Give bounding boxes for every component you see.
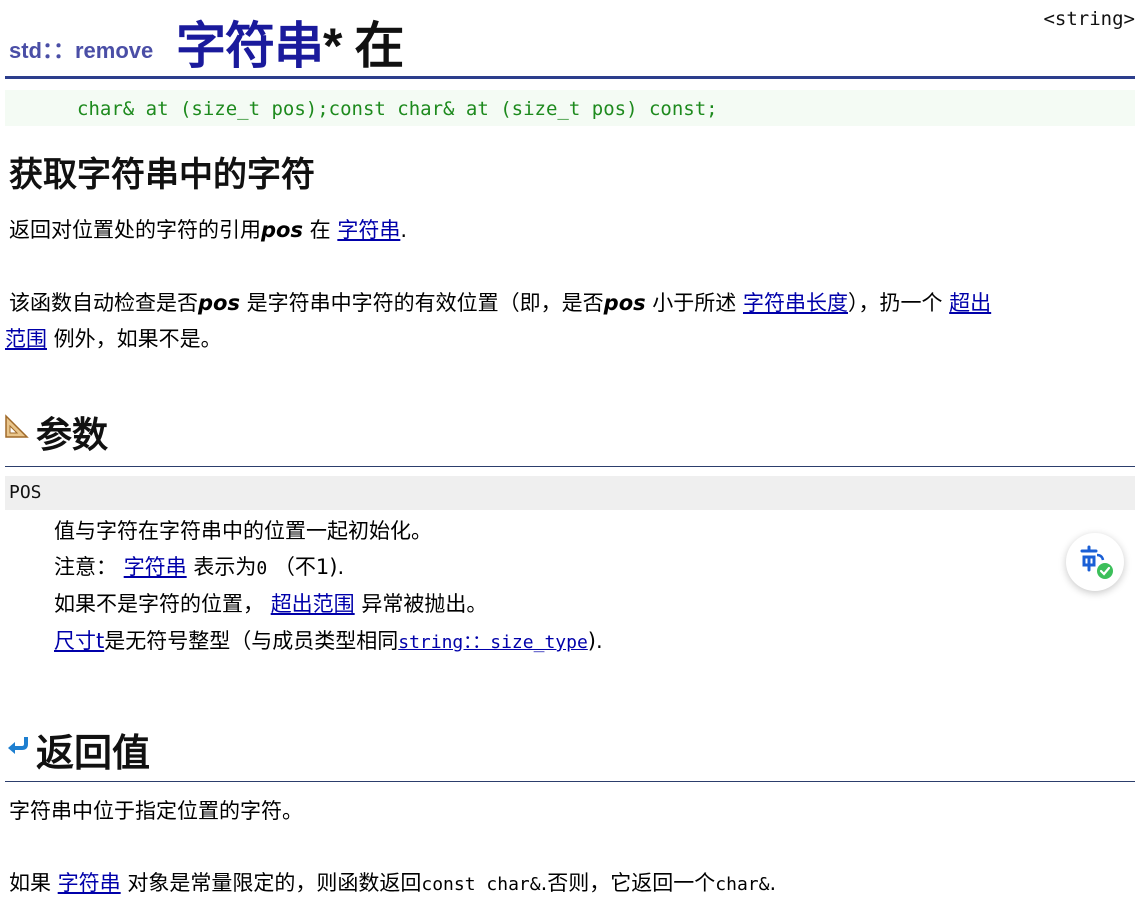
desc1-suffix: . <box>400 218 408 242</box>
page-header: std：：remove 字符串* 在 <string> <box>5 0 1135 79</box>
ret2-code2: char& <box>715 874 770 895</box>
link-string[interactable]: 字符串 <box>337 218 400 242</box>
desc2-t5: 例外，如果不是。 <box>47 327 222 351</box>
page-title: 字符串* 在 <box>176 6 404 78</box>
link-out-of-range-part1[interactable]: 超出 <box>949 291 991 315</box>
description-2-line2: 范围 例外，如果不是。 <box>5 323 222 353</box>
param-desc-line1: 值与字符在字符串中的位置一起初始化。 <box>54 519 432 543</box>
return-line1: 字符串中位于指定位置的字符。 <box>9 799 303 823</box>
translate-icon <box>1080 545 1113 579</box>
ret2-mid2: .否则，它返回一个 <box>540 871 716 895</box>
title-main: 字符串 <box>176 18 324 74</box>
params-heading: 参数 <box>36 414 109 455</box>
desc1-param: pos <box>261 218 303 242</box>
link-size-t[interactable]: 尺寸t <box>54 629 104 653</box>
link-string-length[interactable]: 字符串长度 <box>743 291 848 315</box>
param-desc-line4: 尺寸t是无符号整型（与成员类型相同string：：size_type). <box>54 625 603 655</box>
desc2-param1: pos <box>198 291 240 315</box>
description-1: 返回对位置处的字符的引用pos 在 字符串. <box>9 214 407 244</box>
title-separator: * <box>323 18 342 74</box>
header-tag: <string> <box>1043 8 1135 30</box>
line2-prefix: 注意： <box>54 555 117 579</box>
prototype-box: char& at (size_t pos);const char& at (si… <box>5 90 1135 126</box>
link-out-of-range-2[interactable]: 超出范围 <box>271 592 355 616</box>
prototype-code: char& at (size_t pos);const char& at (si… <box>77 98 718 120</box>
link-size-type[interactable]: string：：size_type <box>398 632 588 653</box>
main-heading: 获取字符串中的字符 <box>9 156 315 194</box>
title-member: 在 <box>354 18 404 74</box>
link-string-2[interactable]: 字符串 <box>124 555 187 579</box>
param-desc-line3: 如果不是字符的位置， 超出范围 异常被抛出。 <box>54 588 487 618</box>
return-divider <box>5 781 1135 782</box>
desc2-t1: 该函数自动检查是否 <box>9 291 198 315</box>
return-arrow-icon <box>6 734 30 756</box>
line2-mid: 表示为 <box>193 555 257 579</box>
line2-suffix: （不1). <box>273 555 345 579</box>
ret2-code1: const char& <box>421 874 541 895</box>
namespace-label: std：：remove <box>9 38 154 63</box>
translate-button[interactable] <box>1066 533 1124 591</box>
param-name-row: POS <box>5 476 1135 510</box>
line4-mid: 是无符号整型（与成员类型相同 <box>104 629 399 653</box>
line2-code: 0 <box>256 558 268 579</box>
line3-suffix: 异常被抛出。 <box>361 592 488 616</box>
param-name: POS <box>9 482 42 503</box>
desc2-t2: 是字符串中字符的有效位置（即，是否 <box>239 291 604 315</box>
description-2-line1: 该函数自动检查是否pos 是字符串中字符的有效位置（即，是否pos 小于所述 字… <box>9 287 991 317</box>
desc1-mid: 在 <box>302 218 338 242</box>
ret2-prefix: 如果 <box>9 871 58 895</box>
ruler-triangle-icon <box>5 414 29 438</box>
return-heading: 返回值 <box>36 733 151 775</box>
desc2-t4: ），扔一个 <box>847 291 950 315</box>
line4-suffix: ). <box>587 629 603 653</box>
return-line2: 如果 字符串 对象是常量限定的，则函数返回const char&.否则，它返回一… <box>9 867 776 897</box>
params-divider <box>5 466 1135 467</box>
desc2-param2: pos <box>603 291 646 315</box>
param-desc-line2: 注意： 字符串 表示为0 （不1). <box>54 551 344 581</box>
ret2-mid: 对象是常量限定的，则函数返回 <box>120 871 422 895</box>
line3-prefix: 如果不是字符的位置， <box>54 592 264 616</box>
desc1-prefix: 返回对位置处的字符的引用 <box>9 218 261 242</box>
desc2-t3: 小于所述 <box>645 291 743 315</box>
link-out-of-range-part2[interactable]: 范围 <box>5 327 47 351</box>
link-string-3[interactable]: 字符串 <box>58 871 121 895</box>
ret2-suffix: . <box>769 871 777 895</box>
